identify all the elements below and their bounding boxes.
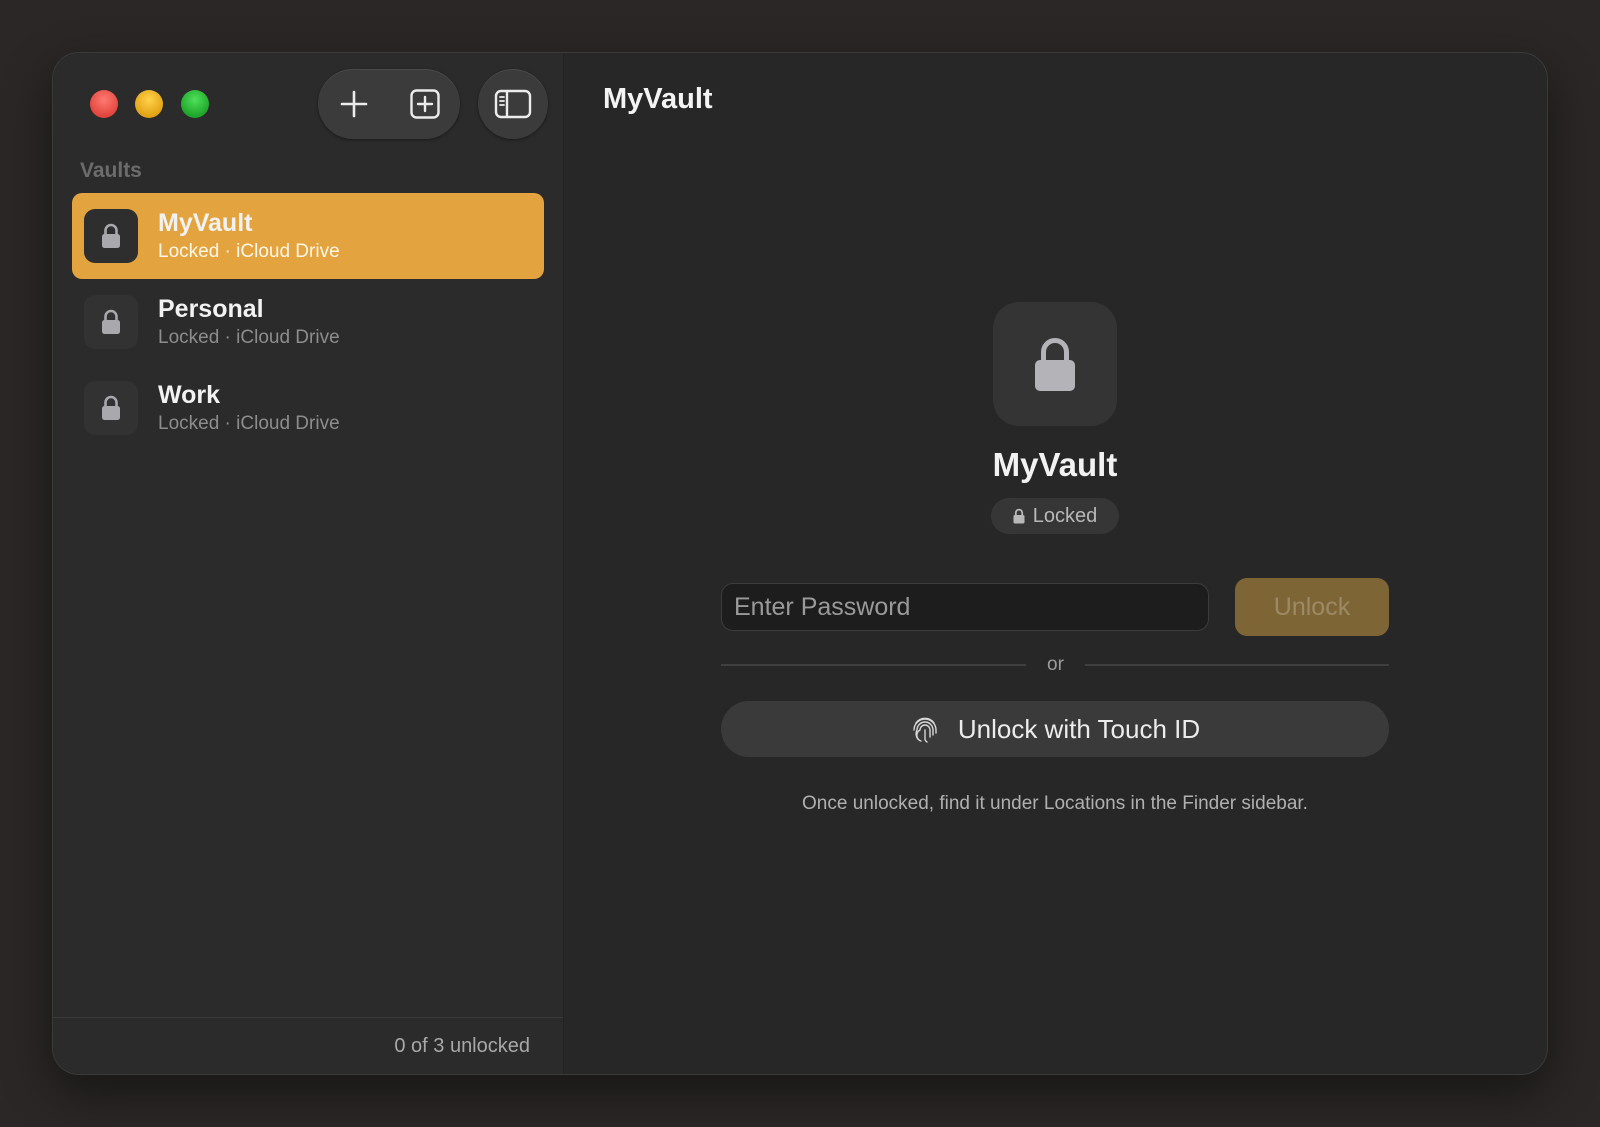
or-label: or — [1047, 654, 1064, 675]
divider-left — [721, 664, 1026, 666]
zoom-window-button[interactable] — [181, 90, 209, 118]
vaults-section-label: Vaults — [80, 159, 142, 182]
vault-item-personal[interactable]: Personal Locked · iCloud Drive — [72, 279, 544, 365]
sidebar: Vaults MyVault Locked · iCloud Drive Per… — [53, 53, 564, 1074]
add-existing-vault-button[interactable] — [389, 69, 460, 139]
status-badge-label: Locked — [1032, 504, 1098, 527]
lock-icon — [102, 223, 120, 248]
add-vault-button[interactable] — [318, 69, 389, 139]
vault-large-icon — [993, 302, 1117, 426]
lock-icon — [1035, 338, 1075, 391]
sidebar-footer: 0 of 3 unlocked — [53, 1017, 563, 1074]
app-window: Vaults MyVault Locked · iCloud Drive Per… — [53, 53, 1547, 1074]
vault-icon — [84, 381, 138, 435]
touch-id-label: Unlock with Touch ID — [957, 713, 1201, 744]
lock-icon — [102, 395, 120, 420]
vault-detail-name: MyVault — [992, 446, 1118, 483]
vault-name: Personal — [158, 295, 264, 323]
vault-status: Locked · iCloud Drive — [158, 241, 340, 262]
unlock-button[interactable]: Unlock — [1235, 578, 1389, 636]
vault-name: Work — [158, 381, 221, 409]
divider-right — [1085, 664, 1389, 666]
vault-list: MyVault Locked · iCloud Drive Personal L… — [72, 193, 544, 451]
vault-item-work[interactable]: Work Locked · iCloud Drive — [72, 365, 544, 451]
unlock-touch-id-button[interactable]: Unlock with Touch ID — [721, 701, 1389, 757]
minimize-window-button[interactable] — [135, 90, 163, 118]
plus-square-icon — [409, 89, 440, 119]
vault-icon — [84, 295, 138, 349]
lock-icon — [102, 309, 120, 334]
unlocked-count: 0 of 3 unlocked — [394, 1035, 530, 1057]
close-window-button[interactable] — [90, 90, 118, 118]
status-badge: Locked — [991, 498, 1119, 534]
window-title: MyVault — [603, 83, 713, 115]
toolbar-add-group — [318, 69, 460, 139]
vault-icon — [84, 209, 138, 263]
fingerprint-icon — [913, 717, 937, 743]
password-input[interactable] — [721, 583, 1209, 631]
vault-status: Locked · iCloud Drive — [158, 327, 340, 348]
sidebar-toggle-icon — [494, 89, 532, 119]
vault-item-myvault[interactable]: MyVault Locked · iCloud Drive — [72, 193, 544, 279]
plus-icon — [340, 90, 367, 118]
vault-name: MyVault — [158, 209, 253, 237]
toggle-sidebar-button[interactable] — [478, 69, 548, 139]
vault-status: Locked · iCloud Drive — [158, 413, 340, 434]
finder-hint: Once unlocked, find it under Locations i… — [802, 793, 1308, 814]
lock-icon — [1013, 508, 1025, 524]
